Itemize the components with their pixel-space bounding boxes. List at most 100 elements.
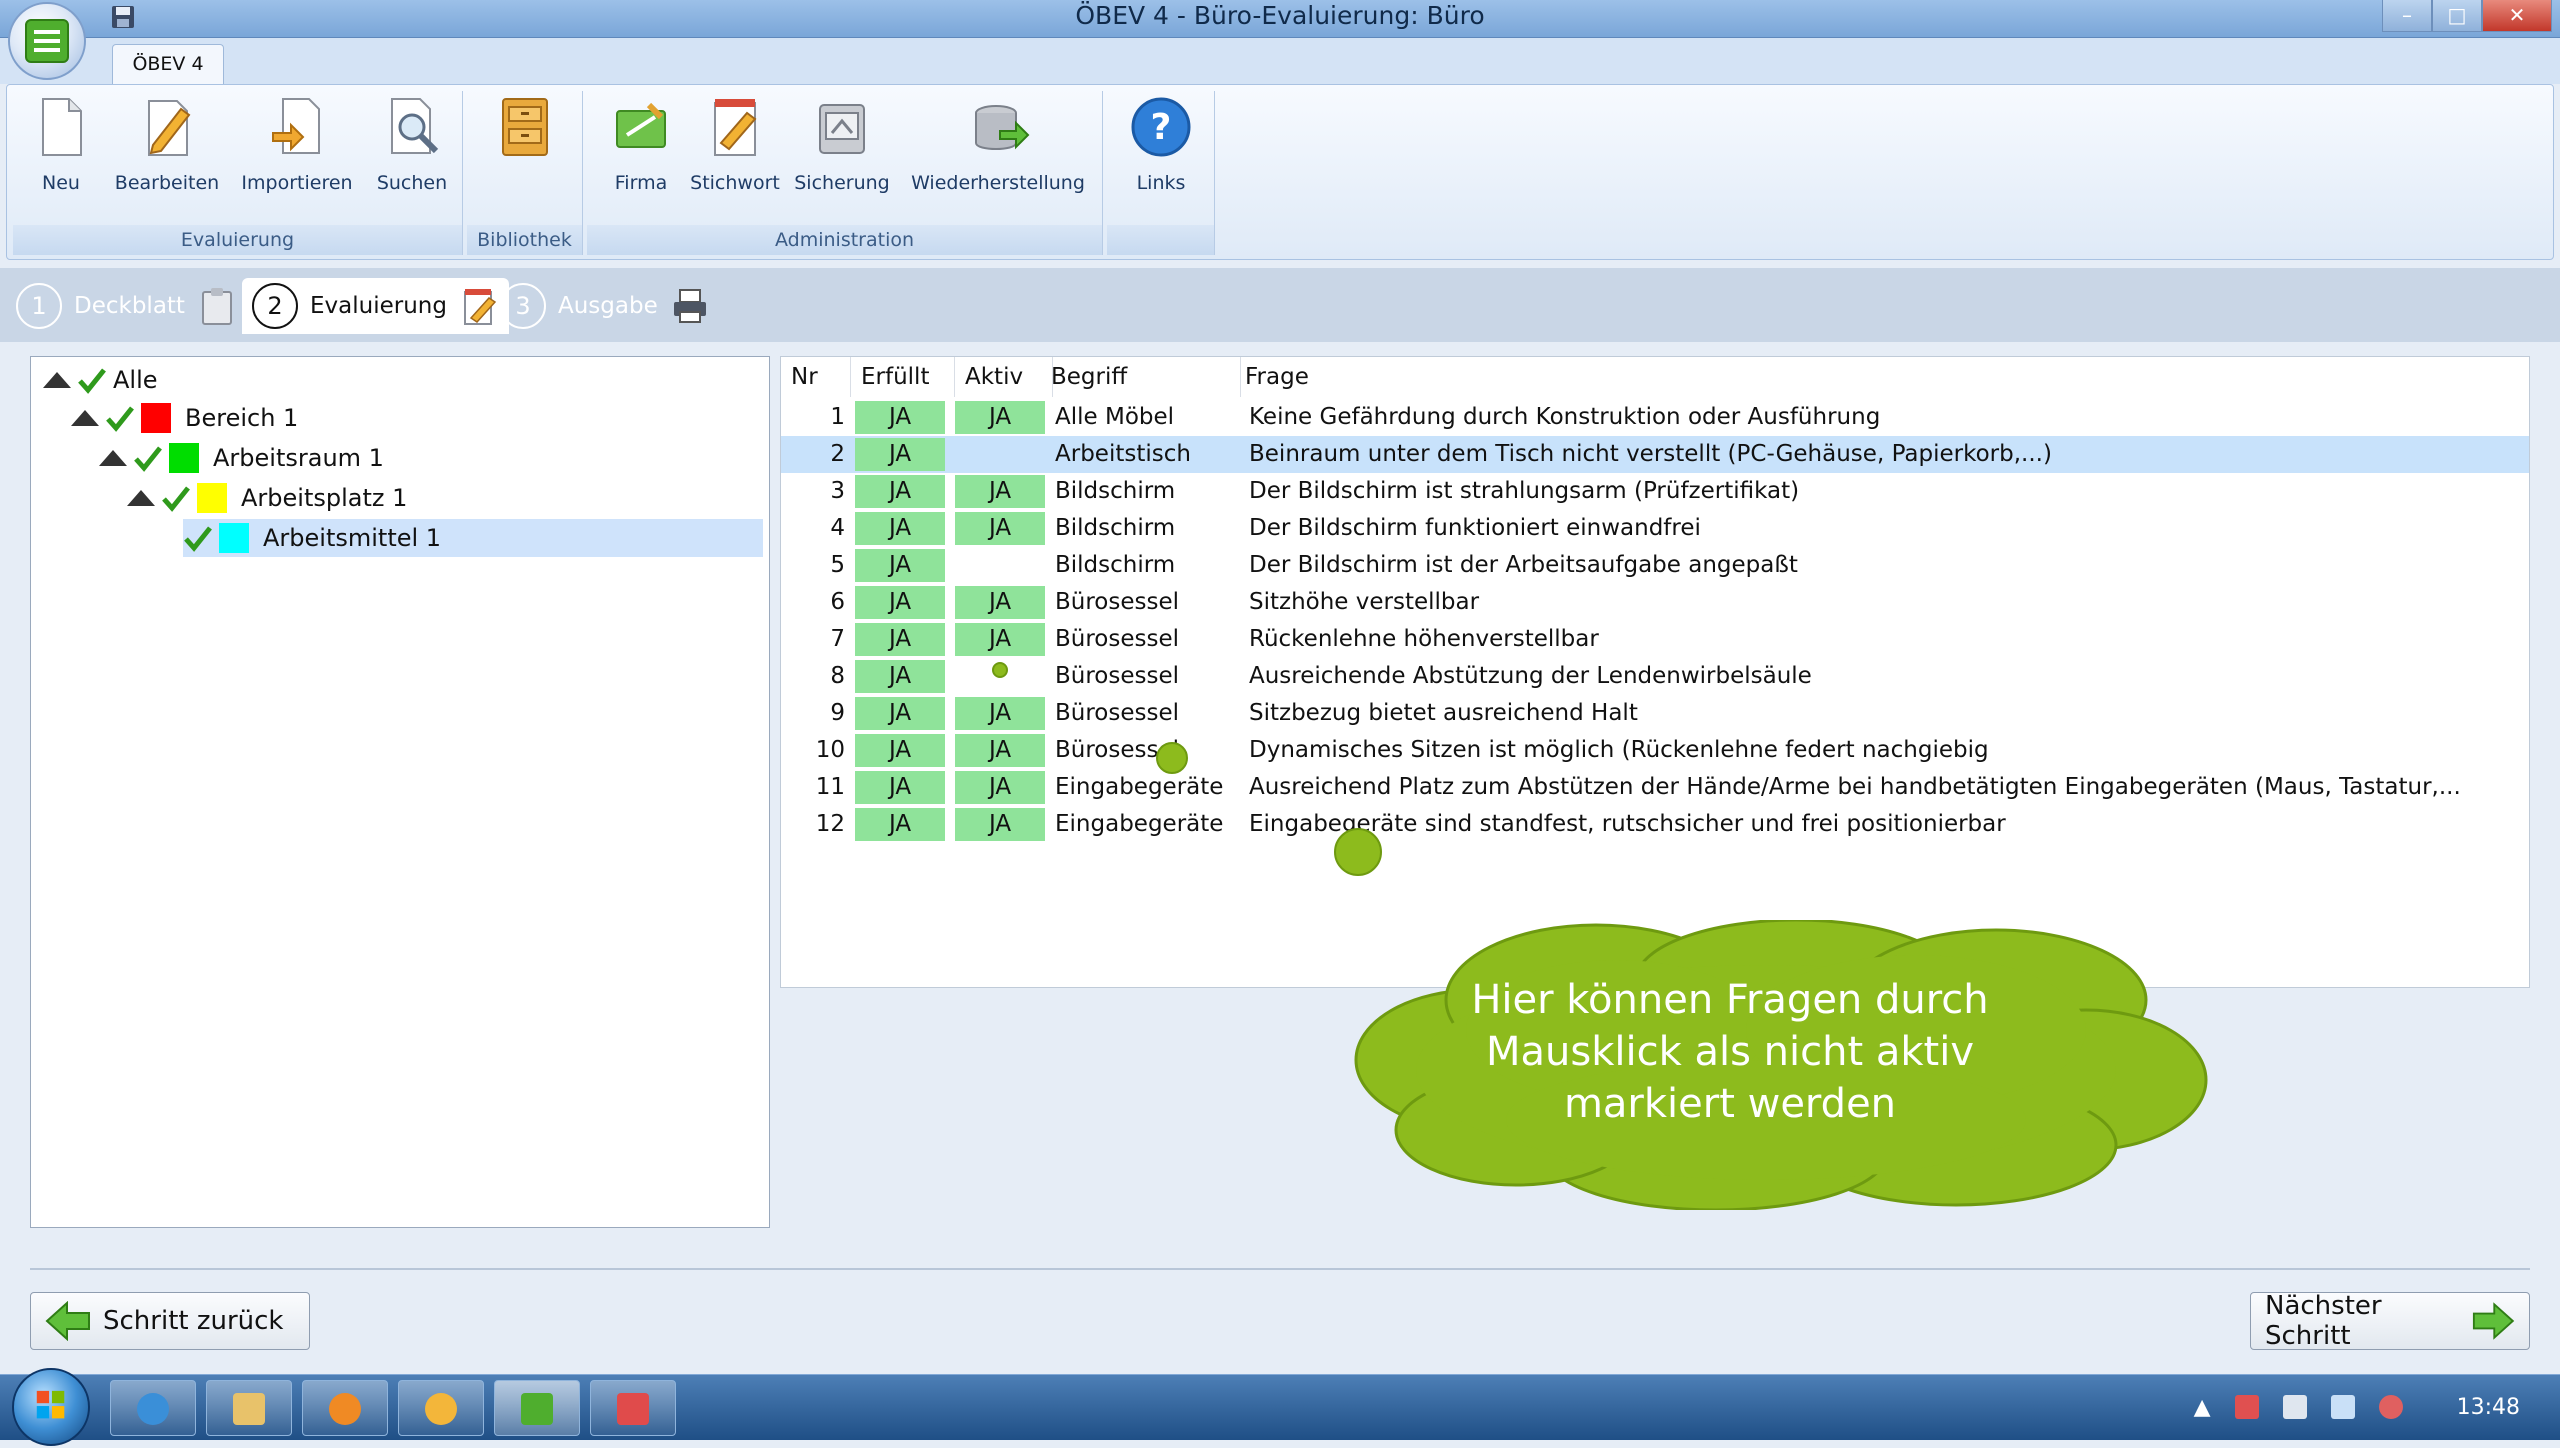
keyword-button[interactable]: Stichwort	[687, 95, 783, 194]
cell-erfuellt: JA	[855, 660, 945, 693]
cell-nr: 11	[815, 774, 845, 800]
table-row[interactable]: 4 JA JA Bildschirm Der Bildschirm funktionie…	[781, 510, 2529, 547]
ribbon-group-evaluierung: Neu Bearbeiten Importieren Suchen Evalui…	[13, 91, 463, 255]
tree-node-arbeitsraum[interactable]: Arbeitsraum 1	[99, 439, 384, 477]
cell-frage: Der Bildschirm funktioniert einwandfrei	[1249, 515, 1701, 541]
taskbar-browser[interactable]	[110, 1380, 196, 1436]
step-evaluierung[interactable]: 2 Evaluierung	[242, 278, 509, 334]
next-button[interactable]: Nächster Schritt	[2250, 1291, 2530, 1351]
cell-aktiv[interactable]: JA	[955, 771, 1045, 804]
ribbon-tab-oebev[interactable]: ÖBEV 4	[112, 44, 224, 84]
back-button[interactable]: Schritt zurück	[30, 1292, 310, 1350]
device-icon[interactable]	[2282, 1395, 2307, 1419]
cell-aktiv[interactable]	[951, 436, 1045, 473]
tree-node-arbeitsplatz[interactable]: Arbeitsplatz 1	[127, 479, 407, 517]
arrow-right-icon	[2473, 1302, 2515, 1340]
table-row[interactable]: 10 JA JA Bürosessel Dynamisches Sitzen ist m…	[781, 732, 2529, 769]
svg-text:?: ?	[1151, 107, 1172, 148]
media-player-icon	[329, 1393, 361, 1425]
cell-frage: Keine Gefährdung durch Konstruktion oder…	[1249, 404, 1881, 430]
maximize-button[interactable]: □	[2432, 0, 2482, 32]
import-button[interactable]: Importieren	[235, 95, 359, 194]
cell-begriff: Arbeitstisch	[1055, 441, 1191, 467]
volume-muted-icon[interactable]	[2378, 1395, 2403, 1419]
table-row[interactable]: 6 JA JA Bürosessel Sitzhöhe verstellbar	[781, 584, 2529, 621]
table-row[interactable]: 3 JA JA Bildschirm Der Bildschirm ist strahl…	[781, 473, 2529, 510]
table-row[interactable]: 11 JA JA Eingabegeräte Ausreichend Platz zum…	[781, 769, 2529, 806]
column-header-begriff[interactable]: Begriff	[1051, 357, 1241, 397]
cell-aktiv[interactable]: JA	[955, 808, 1045, 841]
cell-begriff: Bürosessel	[1055, 700, 1180, 726]
group-label-evaluierung: Evaluierung	[13, 225, 462, 255]
close-button[interactable]: ✕	[2482, 0, 2552, 32]
oebev-app-icon	[521, 1393, 553, 1425]
table-row[interactable]: 7 JA JA Bürosessel Rückenlehne höhenverstell…	[781, 621, 2529, 658]
cell-nr: 7	[830, 626, 845, 652]
step-ausgabe[interactable]: 3 Ausgabe	[500, 278, 710, 334]
table-row[interactable]: 2 JA Arbeitstisch Beinraum unter dem Tisch …	[781, 436, 2529, 473]
collapse-triangle-icon[interactable]	[43, 372, 71, 388]
new-button[interactable]: Neu	[21, 95, 101, 194]
table-row[interactable]: 5 JA Bildschirm Der Bildschirm ist der Arbe…	[781, 547, 2529, 584]
search-button[interactable]: Suchen	[369, 95, 455, 194]
tree-node-arbeitsmittel[interactable]: Arbeitsmittel 1	[183, 519, 763, 557]
taskbar-messenger[interactable]	[398, 1380, 484, 1436]
column-header-aktiv[interactable]: Aktiv	[965, 357, 1053, 397]
tray-expand-icon[interactable]: ▲	[2194, 1395, 2211, 1420]
links-button[interactable]: ? Links	[1121, 95, 1201, 194]
company-button[interactable]: Firma	[601, 95, 681, 194]
column-header-nr[interactable]: Nr	[791, 357, 851, 397]
cell-aktiv[interactable]: JA	[955, 512, 1045, 545]
group-label-links	[1107, 225, 1214, 255]
backup-icon	[819, 104, 865, 154]
network-icon[interactable]	[2330, 1395, 2355, 1419]
table-row[interactable]: 8 JA Bürosessel Ausreichende Abstützung der…	[781, 658, 2529, 695]
cell-frage: Eingabegeräte sind standfest, rutschsich…	[1249, 811, 2006, 837]
taskbar-oebev[interactable]	[494, 1380, 580, 1436]
tree-node-bereich[interactable]: Bereich 1	[71, 399, 298, 437]
column-header-frage[interactable]: Frage	[1245, 357, 2525, 397]
collapse-triangle-icon[interactable]	[71, 410, 99, 426]
restore-button[interactable]: Wiederherstellung	[903, 95, 1093, 194]
tree-node-alle[interactable]: Alle	[43, 361, 158, 399]
cell-aktiv[interactable]: JA	[955, 697, 1045, 730]
cell-aktiv[interactable]: JA	[955, 401, 1045, 434]
checkmark-icon	[184, 526, 212, 552]
backup-button[interactable]: Sicherung	[791, 95, 893, 194]
cell-aktiv[interactable]	[951, 547, 1045, 584]
screen-recorder-icon	[617, 1393, 649, 1425]
cell-aktiv[interactable]: JA	[955, 734, 1045, 767]
edit-button[interactable]: Bearbeiten	[111, 95, 223, 194]
folder-icon	[233, 1393, 265, 1425]
cell-nr: 5	[830, 552, 845, 578]
column-header-erfuellt[interactable]: Erfüllt	[861, 357, 955, 397]
cell-begriff: Bildschirm	[1055, 552, 1176, 578]
taskbar-recorder[interactable]	[590, 1380, 676, 1436]
cell-nr: 2	[830, 441, 845, 467]
collapse-triangle-icon[interactable]	[99, 450, 127, 466]
collapse-triangle-icon[interactable]	[127, 490, 155, 506]
ribbon-group-bibliothek: Bibliothek	[467, 91, 583, 255]
structure-tree: Alle Bereich 1 Arbeitsraum 1 Arbeitsplat…	[30, 356, 770, 1228]
minimize-button[interactable]: –	[2382, 0, 2432, 32]
cell-aktiv[interactable]: JA	[955, 586, 1045, 619]
cell-nr: 12	[815, 811, 845, 837]
application-menu-button[interactable]	[8, 2, 86, 80]
clock[interactable]: 13:48	[2457, 1395, 2520, 1420]
start-button[interactable]	[12, 1368, 90, 1446]
cell-erfuellt: JA	[855, 401, 945, 434]
cell-aktiv[interactable]: JA	[955, 623, 1045, 656]
table-row[interactable]: 1 JA JA Alle Möbel Keine Gefährdung durch Ko…	[781, 399, 2529, 436]
arrow-left-icon	[45, 1301, 90, 1341]
action-center-flag-icon[interactable]	[2234, 1395, 2259, 1419]
cell-begriff: Bildschirm	[1055, 515, 1176, 541]
library-button[interactable]	[487, 95, 563, 172]
cell-aktiv[interactable]: JA	[955, 475, 1045, 508]
taskbar-explorer[interactable]	[206, 1380, 292, 1436]
cell-erfuellt: JA	[855, 734, 945, 767]
cell-frage: Ausreichend Platz zum Abstützen der Händ…	[1249, 774, 2461, 800]
taskbar-media[interactable]	[302, 1380, 388, 1436]
table-row[interactable]: 9 JA JA Bürosessel Sitzbezug bietet ausreich…	[781, 695, 2529, 732]
step-deckblatt[interactable]: 1 Deckblatt	[16, 278, 237, 334]
table-row[interactable]: 12 JA JA Eingabegeräte Eingabegeräte sind st…	[781, 806, 2529, 843]
